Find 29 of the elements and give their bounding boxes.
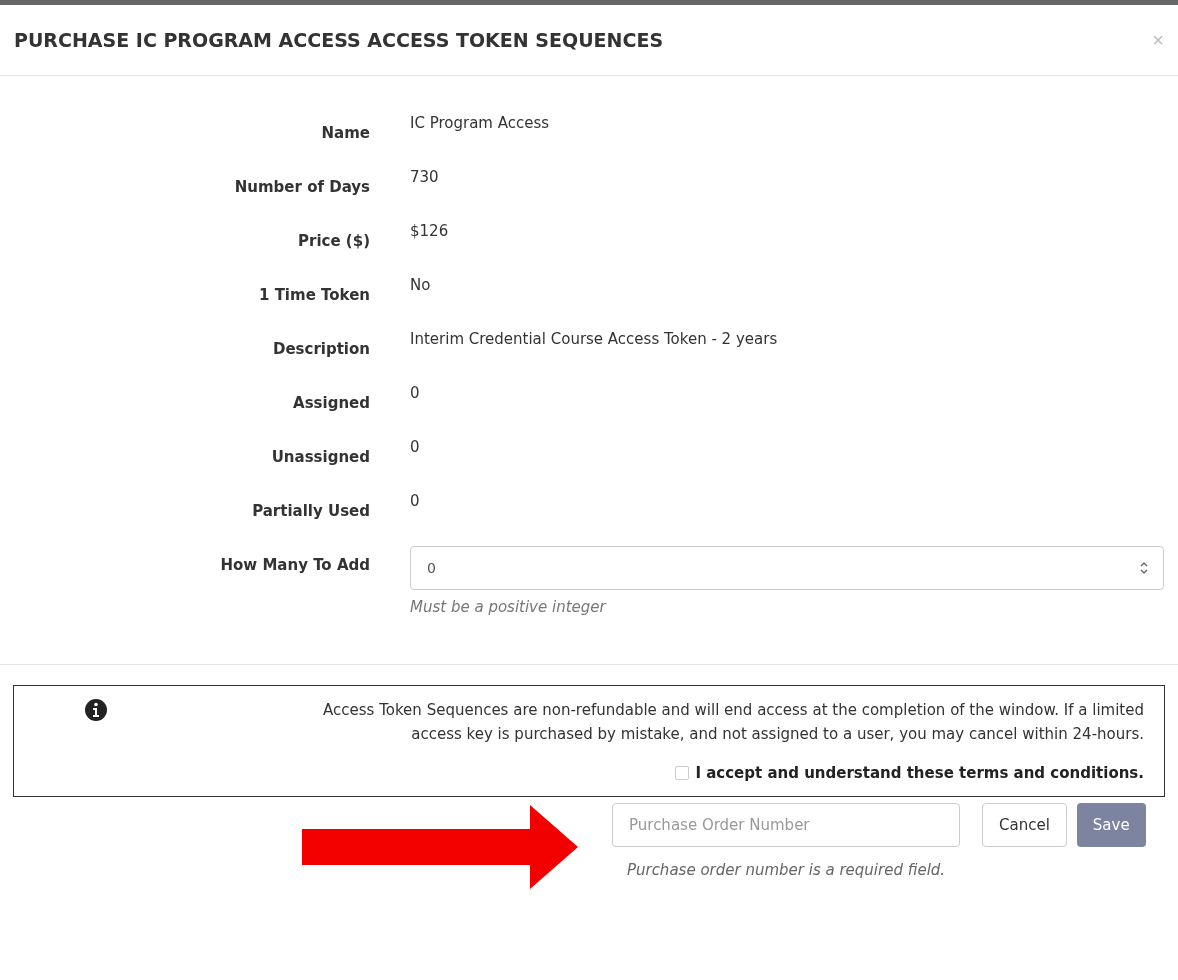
info-icon: [84, 698, 108, 722]
spinner-icon[interactable]: [1139, 561, 1149, 575]
field-label: Number of Days: [233, 177, 370, 198]
field-value: Interim Credential Course Access Token - 2 years: [410, 329, 779, 350]
hint-text: Must be a positive integer: [410, 598, 608, 616]
field-value: $126: [410, 221, 450, 242]
field-label: How Many To Add: [219, 555, 370, 576]
cancel-button[interactable]: Cancel: [982, 803, 1067, 847]
field-value: No: [410, 275, 432, 296]
error-text: Purchase order number is a required field.: [626, 860, 946, 881]
terms-label: I accept and understand these terms and conditions.: [695, 764, 1144, 782]
dialog-title: PURCHASE IC PROGRAM ACCESS ACCESS TOKEN SEQUENCES: [14, 29, 664, 51]
quantity-input[interactable]: 0: [410, 546, 1164, 590]
field-label: Name: [320, 123, 370, 144]
field-label: Partially Used: [251, 501, 370, 522]
field-value: 0: [410, 491, 421, 512]
field-value: 730: [410, 167, 440, 188]
field-value: IC Program Access: [410, 113, 551, 134]
terms-checkbox[interactable]: [675, 766, 690, 780]
field-label: Assigned: [292, 393, 370, 414]
field-label: Price ($): [297, 231, 370, 252]
notice-text: Access Token Sequences are non-refundable and will end access at the completion of the window. If a limited access key is purchased by mistake, and not assigned to a user, you may cancel within 24-hours.: [322, 700, 1144, 745]
field-label: Description: [271, 339, 370, 360]
field-value: 0: [410, 383, 421, 404]
purchase-order-field[interactable]: Purchase Order Number: [612, 803, 960, 847]
field-value: 0: [410, 437, 421, 458]
input-value: 0: [427, 560, 436, 576]
field-label: 1 Time Token: [257, 285, 370, 306]
field-label: Unassigned: [270, 447, 370, 468]
